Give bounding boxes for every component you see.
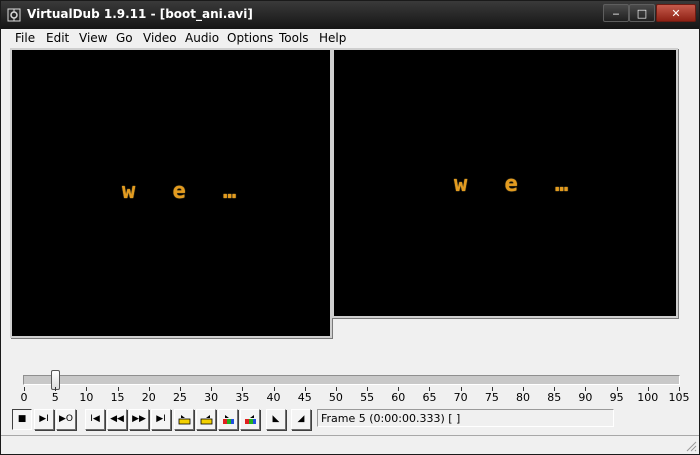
- prev-scene-icon: [222, 415, 234, 424]
- timeline-tick-label: 30: [204, 391, 219, 404]
- timeline-tick-label: 70: [453, 391, 468, 404]
- timeline-tick-label: 5: [51, 391, 59, 404]
- next-keyframe-icon: [200, 415, 212, 425]
- prev-keyframe-button[interactable]: [174, 409, 194, 430]
- menu-options[interactable]: Options: [227, 31, 273, 45]
- output-frame-content: w e …: [454, 172, 581, 197]
- timeline-tick-label: 25: [172, 391, 187, 404]
- timeline-tick-label: 10: [79, 391, 94, 404]
- output-video-pane[interactable]: w e …: [332, 48, 678, 318]
- resize-grip-icon[interactable]: [685, 440, 697, 452]
- go-end-icon: ▶I: [156, 414, 166, 424]
- maximize-icon: □: [636, 6, 648, 20]
- go-start-icon: I◀: [90, 414, 100, 424]
- timeline-tick-label: 45: [297, 391, 312, 404]
- app-icon[interactable]: [7, 8, 21, 22]
- mark-out-icon: ◢: [297, 414, 305, 424]
- menu-go[interactable]: Go: [116, 31, 133, 45]
- prev-frame-button[interactable]: ◀◀: [107, 409, 127, 430]
- timeline-tick-label: 60: [391, 391, 406, 404]
- timeline-tick-label: 20: [141, 391, 156, 404]
- mark-in-button[interactable]: ◣: [266, 409, 286, 430]
- close-button[interactable]: ✕: [656, 4, 696, 22]
- window-title: VirtualDub 1.9.11 - [boot_ani.avi]: [27, 7, 253, 21]
- menu-bar: File Edit View Go Video Audio Options To…: [1, 29, 699, 47]
- input-frame-content: w e …: [122, 179, 249, 204]
- mark-out-button[interactable]: ◢: [291, 409, 311, 430]
- maximize-button[interactable]: □: [629, 4, 655, 22]
- menu-tools[interactable]: Tools: [279, 31, 309, 45]
- timeline-tick-label: 15: [110, 391, 125, 404]
- minimize-icon: ‒: [612, 6, 620, 20]
- go-start-button[interactable]: I◀: [85, 409, 105, 430]
- timeline-tick-label: 75: [484, 391, 499, 404]
- menu-video[interactable]: Video: [143, 31, 177, 45]
- timeline-tick-label: 90: [578, 391, 593, 404]
- timeline-track[interactable]: [23, 375, 680, 385]
- play-input-button[interactable]: ▶I: [34, 409, 54, 430]
- timeline-tick-label: 50: [328, 391, 343, 404]
- go-end-button[interactable]: ▶I: [151, 409, 171, 430]
- prev-keyframe-icon: [178, 415, 190, 425]
- menu-file[interactable]: File: [15, 31, 35, 45]
- stop-button[interactable]: ■: [12, 409, 32, 430]
- timeline-tick-label: 100: [637, 391, 659, 404]
- timeline-tick-label: 55: [360, 391, 375, 404]
- menu-view[interactable]: View: [79, 31, 107, 45]
- timeline-tick-label: 0: [20, 391, 28, 404]
- input-video-pane[interactable]: w e …: [10, 48, 332, 338]
- title-bar[interactable]: VirtualDub 1.9.11 - [boot_ani.avi] ‒ □ ✕: [1, 1, 699, 29]
- play-output-icon: ▶O: [58, 414, 73, 424]
- stop-icon: ■: [17, 414, 27, 424]
- timeline-tick-label: 35: [235, 391, 250, 404]
- timeline-tick-label: 80: [516, 391, 531, 404]
- play-output-button[interactable]: ▶O: [56, 409, 76, 430]
- next-frame-icon: ▶▶: [132, 414, 146, 424]
- virtualdub-window: VirtualDub 1.9.11 - [boot_ani.avi] ‒ □ ✕…: [0, 0, 700, 455]
- next-scene-icon: [244, 415, 256, 424]
- timeline-tick-label: 95: [609, 391, 624, 404]
- menu-audio[interactable]: Audio: [185, 31, 219, 45]
- menu-edit[interactable]: Edit: [46, 31, 69, 45]
- minimize-button[interactable]: ‒: [603, 4, 629, 22]
- next-keyframe-button[interactable]: [196, 409, 216, 430]
- close-icon: ✕: [671, 6, 681, 20]
- timeline-tick-label: 40: [266, 391, 281, 404]
- mark-in-icon: ◣: [272, 414, 280, 424]
- next-scene-button[interactable]: [240, 409, 260, 430]
- play-input-icon: ▶I: [39, 414, 49, 424]
- timeline-tick-label: 65: [422, 391, 437, 404]
- status-bar: [1, 435, 699, 454]
- frame-status: Frame 5 (0:00:00.333) [ ]: [317, 409, 614, 427]
- prev-scene-button[interactable]: [218, 409, 238, 430]
- menu-help[interactable]: Help: [319, 31, 346, 45]
- timeline-tick-label: 85: [547, 391, 562, 404]
- timeline-tick-label: 105: [668, 391, 690, 404]
- prev-frame-icon: ◀◀: [110, 414, 124, 424]
- next-frame-button[interactable]: ▶▶: [129, 409, 149, 430]
